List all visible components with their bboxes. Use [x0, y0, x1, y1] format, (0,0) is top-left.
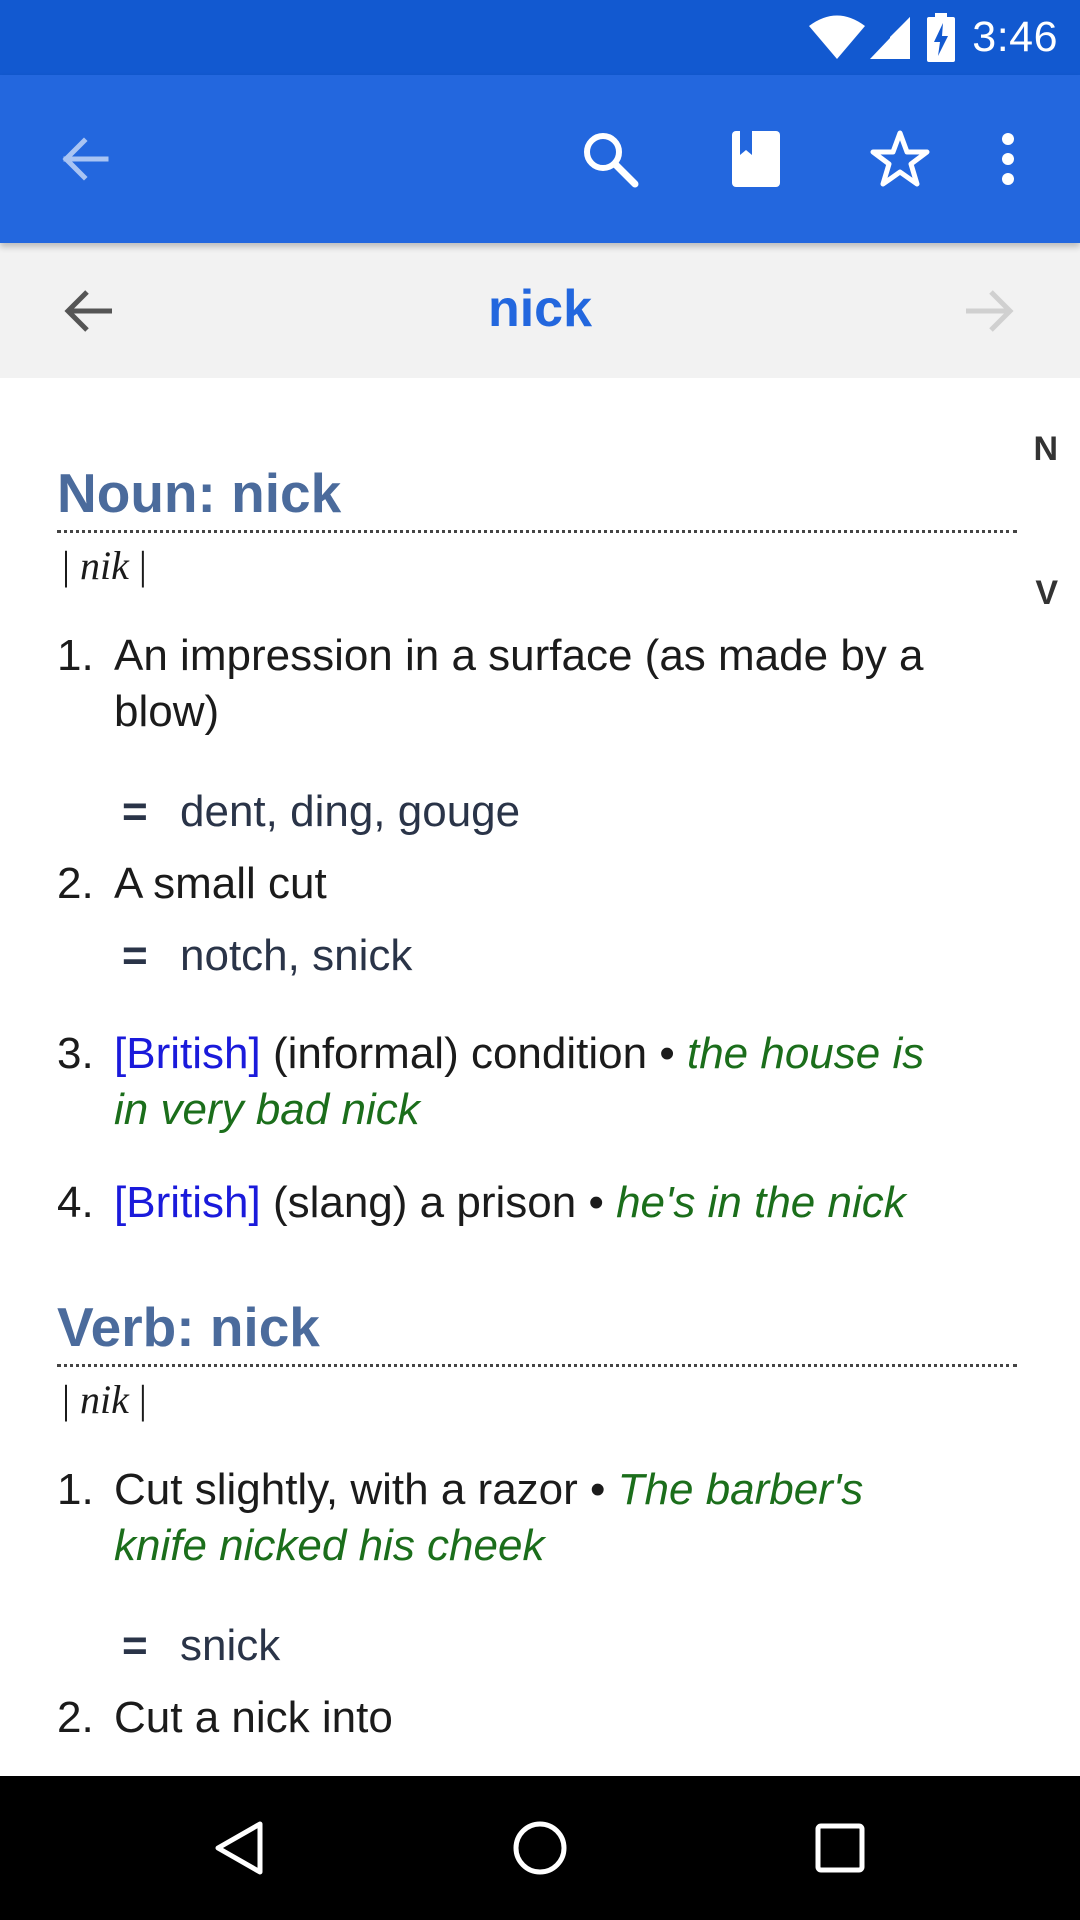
star-outline-icon[interactable] [860, 119, 940, 199]
bookmark-icon[interactable] [716, 119, 796, 199]
app-bar [0, 75, 1080, 243]
synonym-link[interactable]: gouge [398, 787, 520, 836]
noun-sense-3: 3. [British] (informal) condition • the … [57, 1029, 925, 1134]
arrow-right-icon[interactable] [952, 273, 1028, 349]
verb-sense-1-synonyms: = snick [122, 1621, 281, 1670]
noun-sense-4: 4. [British] (slang) a prison • he's in … [57, 1178, 906, 1227]
signal-icon [868, 15, 912, 61]
status-bar: 3:46 [0, 0, 1080, 75]
definition-content[interactable]: N V Noun: nick | nik | 1. An impression … [0, 378, 1080, 1776]
region-label: [British] [114, 1178, 261, 1227]
noun-pronunciation: | nik | [62, 543, 147, 588]
verb-sense-1: 1. Cut slightly, with a razor • The barb… [57, 1465, 864, 1570]
synonym-link[interactable]: notch [180, 931, 288, 980]
search-icon[interactable] [570, 119, 650, 199]
status-icons: 3:46 [808, 10, 1058, 65]
noun-sense-2-synonyms: = notch, snick [122, 931, 413, 980]
back-arrow-icon[interactable] [44, 119, 124, 199]
system-nav-bar [0, 1776, 1080, 1920]
synonym-link[interactable]: dent [180, 787, 266, 836]
synonym-link[interactable]: snick [180, 1621, 280, 1670]
verb-sense-2: 2. Cut a nick into [57, 1693, 393, 1742]
nav-back-icon[interactable] [200, 1808, 280, 1888]
synonym-link[interactable]: snick [312, 931, 412, 980]
noun-sense-2: 2. A small cut [57, 859, 327, 908]
nav-home-icon[interactable] [500, 1808, 580, 1888]
region-label: [British] [114, 1029, 261, 1078]
verb-heading: Verb: nick [57, 1294, 1017, 1367]
more-vert-icon[interactable] [968, 119, 1048, 199]
index-verb[interactable]: V [1035, 574, 1058, 613]
synonym-link[interactable]: ding [290, 787, 373, 836]
battery-charging-icon [926, 12, 956, 63]
noun-sense-1-synonyms: = dent, ding, gouge [122, 787, 521, 836]
word-nav-bar: nick [0, 243, 1080, 378]
status-time: 3:46 [972, 13, 1058, 61]
wifi-icon [808, 15, 866, 61]
noun-heading: Noun: nick [57, 460, 1017, 533]
word-title: nick [487, 280, 593, 338]
verb-pronunciation: | nik | [62, 1377, 147, 1422]
nav-recents-icon[interactable] [800, 1808, 880, 1888]
noun-sense-1: 1. An impression in a surface (as made b… [57, 631, 924, 736]
index-noun[interactable]: N [1033, 430, 1058, 469]
